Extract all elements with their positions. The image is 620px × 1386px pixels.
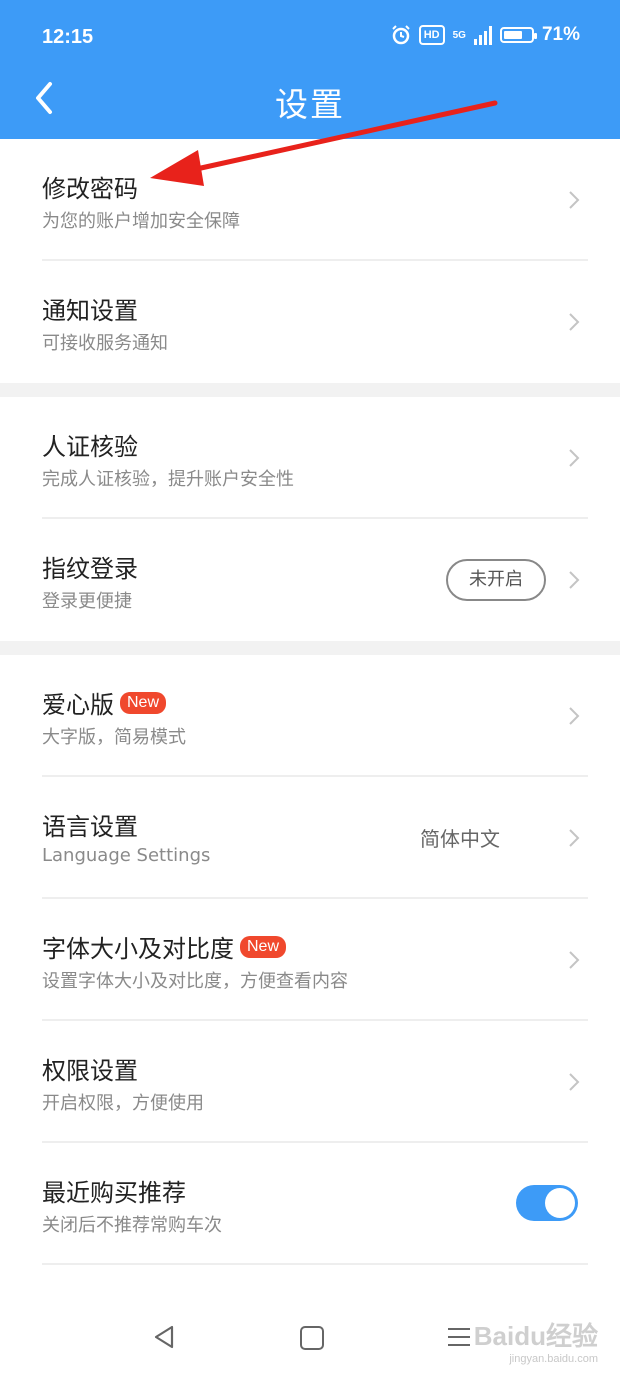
setting-subtitle: 可接收服务通知 <box>42 333 168 354</box>
chevron-right-icon <box>569 1073 580 1091</box>
setting-title: 通知设置 <box>42 297 138 325</box>
chevron-right-icon <box>569 829 580 847</box>
setting-title: 指纹登录 <box>42 555 138 583</box>
setting-subtitle: 关闭后不推荐常购车次 <box>42 1215 222 1236</box>
chevron-right-icon <box>569 707 580 725</box>
nav-back-icon[interactable] <box>152 1324 176 1350</box>
alarm-icon <box>392 25 410 45</box>
setting-language[interactable]: 语言设置 Language Settings 简体中文 <box>0 777 620 899</box>
battery-level <box>503 31 523 39</box>
section-gap <box>0 383 620 397</box>
watermark-url: jingyan.baidu.com <box>509 1353 598 1365</box>
new-badge: New <box>240 935 287 958</box>
setting-subtitle: 为您的账户增加安全保障 <box>42 211 240 232</box>
setting-care-mode[interactable]: 爱心版 New 大字版，简易模式 <box>0 655 620 777</box>
watermark: Baidu经验 jingyan.baidu.com <box>474 1316 598 1365</box>
setting-recent-recommendation: 最近购买推荐 关闭后不推荐常购车次 <box>0 1143 620 1265</box>
divider <box>42 1263 588 1265</box>
setting-title-wrap: 字体大小及对比度 New <box>42 929 287 964</box>
battery-percent: 71% <box>541 24 580 45</box>
setting-title-wrap: 爱心版 New <box>42 685 167 720</box>
section-gap <box>0 641 620 655</box>
fingerprint-status-pill[interactable]: 未开启 <box>446 559 546 601</box>
setting-title: 修改密码 <box>42 175 138 203</box>
language-value: 简体中文 <box>420 827 500 851</box>
setting-notifications[interactable]: 通知设置 可接收服务通知 <box>0 261 620 383</box>
network-label: 5G <box>452 29 466 41</box>
signal-icon <box>473 25 492 45</box>
setting-subtitle: Language Settings <box>42 845 211 866</box>
page-title: 设置 <box>275 85 345 124</box>
setting-subtitle: 开启权限，方便使用 <box>42 1093 204 1114</box>
setting-title: 最近购买推荐 <box>42 1179 186 1207</box>
nav-menu-icon[interactable] <box>448 1328 470 1352</box>
system-nav-bar: Baidu经验 jingyan.baidu.com <box>0 1300 620 1386</box>
setting-font-contrast[interactable]: 字体大小及对比度 New 设置字体大小及对比度，方便查看内容 <box>0 899 620 1021</box>
battery-icon <box>499 27 537 43</box>
setting-subtitle: 大字版，简易模式 <box>42 727 186 748</box>
settings-list: 修改密码 为您的账户增加安全保障 通知设置 可接收服务通知 人证核验 完成人证核… <box>0 139 620 1265</box>
chevron-right-icon <box>569 951 580 969</box>
hd-icon: HD <box>418 25 445 45</box>
setting-subtitle: 设置字体大小及对比度，方便查看内容 <box>42 971 348 992</box>
setting-title: 爱心版 <box>42 691 114 719</box>
nav-home-icon[interactable] <box>300 1326 324 1350</box>
setting-title: 字体大小及对比度 <box>42 935 234 963</box>
watermark-text: Baidu经验 <box>473 1321 598 1351</box>
new-badge: New <box>120 691 167 714</box>
status-time: 12:15 <box>42 26 94 48</box>
toggle-knob <box>545 1188 575 1218</box>
setting-title: 语言设置 <box>42 813 138 841</box>
chevron-right-icon <box>569 449 580 467</box>
setting-change-password[interactable]: 修改密码 为您的账户增加安全保障 <box>0 139 620 261</box>
app-header: 12:15 HD 5G 71% 设置 <box>0 0 620 139</box>
setting-subtitle: 完成人证核验，提升账户安全性 <box>42 469 294 490</box>
recommendation-toggle[interactable] <box>516 1185 578 1221</box>
setting-title: 权限设置 <box>42 1057 138 1085</box>
setting-title: 人证核验 <box>42 433 138 461</box>
setting-permissions[interactable]: 权限设置 开启权限，方便使用 <box>0 1021 620 1143</box>
setting-fingerprint-login[interactable]: 指纹登录 登录更便捷 未开启 <box>0 519 620 641</box>
chevron-right-icon <box>569 313 580 331</box>
setting-subtitle: 登录更便捷 <box>42 591 132 612</box>
status-icons: HD 5G 71% <box>391 24 580 46</box>
chevron-right-icon <box>569 191 580 209</box>
setting-identity-verification[interactable]: 人证核验 完成人证核验，提升账户安全性 <box>0 397 620 519</box>
chevron-right-icon <box>569 571 580 589</box>
